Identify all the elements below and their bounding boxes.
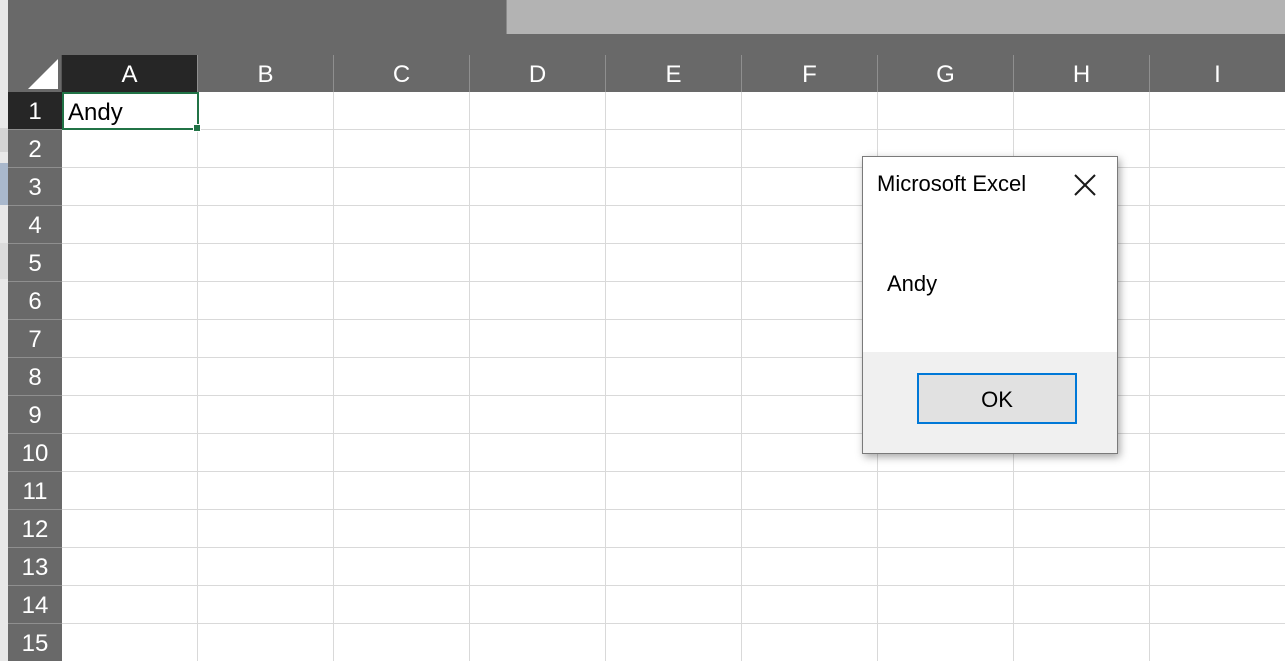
row-header-8[interactable]: 8 [8,358,62,396]
cell-a1[interactable]: Andy [62,92,201,132]
row-header-1[interactable]: 1 [8,92,62,130]
select-all-button[interactable] [8,55,62,92]
row-header-3[interactable]: 3 [8,168,62,206]
column-header-d[interactable]: D [470,55,606,92]
dialog-message: Andy [887,271,938,296]
close-icon[interactable] [1071,171,1099,199]
left-window-edge [0,0,8,661]
row-header-13[interactable]: 13 [8,548,62,586]
column-header-a[interactable]: A [62,55,198,92]
row-header-12[interactable]: 12 [8,510,62,548]
ok-button[interactable]: OK [917,373,1077,424]
column-header-g[interactable]: G [878,55,1014,92]
row-header-6[interactable]: 6 [8,282,62,320]
column-header-i[interactable]: I [1150,55,1285,92]
row-header-10[interactable]: 10 [8,434,62,472]
column-header-c[interactable]: C [334,55,470,92]
row-header-5[interactable]: 5 [8,244,62,282]
select-all-triangle-icon [28,59,58,89]
row-header-7[interactable]: 7 [8,320,62,358]
cell-a1-value: Andy [68,99,123,126]
column-header-b[interactable]: B [198,55,334,92]
dialog-footer: OK [863,352,1117,453]
ribbon-area [8,0,1285,55]
column-header-h[interactable]: H [1014,55,1150,92]
row-header-15[interactable]: 15 [8,624,62,661]
formula-bar-area [506,0,1285,34]
message-box-dialog: Microsoft Excel Andy OK [862,156,1118,454]
row-header-9[interactable]: 9 [8,396,62,434]
row-header-11[interactable]: 11 [8,472,62,510]
column-header-f[interactable]: F [742,55,878,92]
fill-handle[interactable] [193,124,201,132]
column-header-e[interactable]: E [606,55,742,92]
row-header-4[interactable]: 4 [8,206,62,244]
row-header-2[interactable]: 2 [8,130,62,168]
row-header-14[interactable]: 14 [8,586,62,624]
dialog-title: Microsoft Excel [877,171,1027,196]
